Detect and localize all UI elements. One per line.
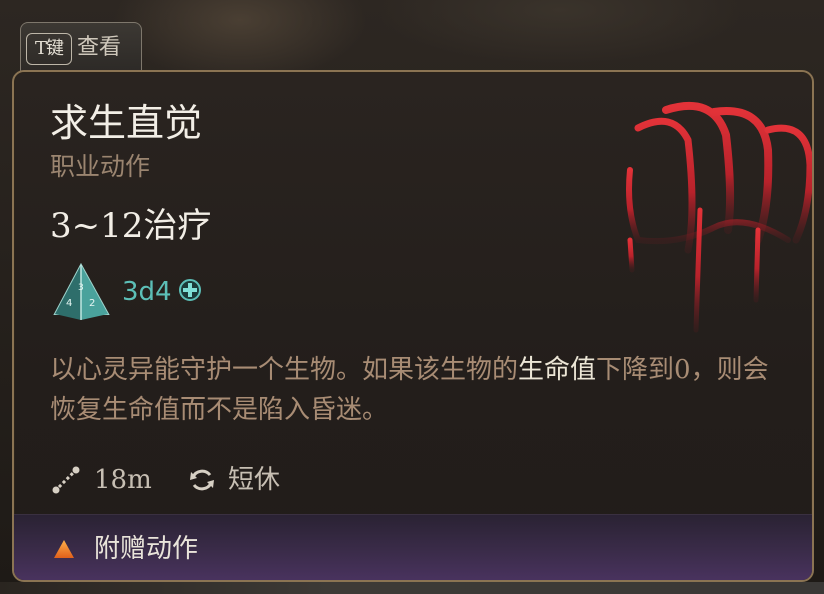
hotbar-strip [0, 582, 824, 594]
range-value: 18m [94, 465, 152, 495]
spell-properties: 18m 短休 [50, 460, 450, 500]
range-icon [52, 466, 80, 494]
recharge-value: 短休 [228, 465, 281, 495]
spell-effect: 3~12治疗 [50, 206, 212, 246]
svg-text:4: 4 [66, 298, 72, 309]
description-text-1: 以心灵异能守护一个生物。如果该生物的 [50, 355, 519, 385]
claw-marks-icon [626, 101, 812, 333]
recharge-icon [190, 469, 214, 491]
spell-description: 以心灵异能守护一个生物。如果该生物的生命值下降到0，则会恢复生命值而不是陷入昏迷… [50, 350, 780, 430]
svg-text:3: 3 [78, 283, 84, 293]
svg-text:2: 2 [89, 298, 95, 309]
d4-die-icon: 4 2 3 [53, 262, 110, 320]
dice-value: 3d4 [122, 277, 172, 307]
keybind-t: T键 [26, 33, 72, 65]
hit-points-keyword[interactable]: 生命值 [518, 355, 596, 385]
dice-roll: 4 2 3 3d4 [50, 262, 350, 326]
spell-title: 求生直觉 [50, 101, 203, 145]
spell-tooltip: 求生直觉 职业动作 3~12治疗 4 2 3 3d4 以心灵异能守护一个生物。如… [12, 70, 814, 582]
bonus-action-triangle-icon [54, 540, 74, 558]
heal-plus-icon [179, 279, 201, 301]
action-cost-bar: 附赠动作 [14, 514, 812, 580]
examine-label: 查看 [77, 35, 122, 60]
action-cost-label: 附赠动作 [94, 534, 199, 564]
spell-category: 职业动作 [50, 152, 151, 181]
